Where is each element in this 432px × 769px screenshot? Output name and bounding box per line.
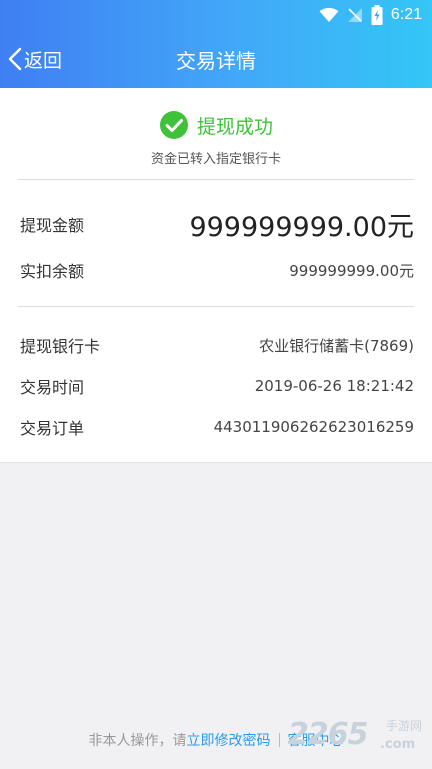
transaction-card: 提现成功 资金已转入指定银行卡 提现金额 999999999.00元 实扣余额 …	[0, 88, 432, 463]
change-password-link[interactable]: 立即修改密码	[187, 730, 271, 750]
detail-value: 443011906262623016259	[213, 418, 414, 436]
deduct-balance-row: 实扣余额 999999999.00元	[20, 258, 414, 282]
watermark-cn: 手游网	[386, 719, 423, 733]
no-signal-icon	[347, 8, 362, 22]
detail-row-order: 交易订单 443011906262623016259	[20, 415, 414, 439]
divider	[18, 179, 414, 180]
deduct-balance-value: 999999999.00元	[289, 261, 414, 280]
battery-charging-icon	[371, 5, 383, 25]
page-title: 交易详情	[176, 49, 256, 73]
status-icons: 6:21	[319, 4, 422, 26]
footer-prefix: 非本人操作，请	[88, 733, 187, 749]
detail-label: 交易订单	[20, 419, 85, 438]
withdraw-amount-label: 提现金额	[20, 216, 85, 235]
check-circle-icon	[159, 111, 188, 139]
watermark-url: .com	[380, 737, 416, 752]
status-time: 6:21	[390, 6, 422, 23]
success-status: 提现成功	[0, 108, 432, 142]
detail-value: 2019-06-26 18:21:42	[254, 377, 414, 395]
withdraw-amount-row: 提现金额 999999999.00元	[20, 204, 414, 244]
detail-value: 农业银行储蓄卡(7869)	[259, 336, 414, 355]
status-bar: 6:21	[0, 0, 432, 30]
deduct-balance-label: 实扣余额	[20, 262, 85, 281]
detail-row-time: 交易时间 2019-06-26 18:21:42	[20, 374, 414, 398]
header: 6:21 返回 交易详情	[0, 0, 432, 88]
withdraw-amount-value: 999999999.00元	[189, 211, 414, 243]
watermark-digits: 2265	[288, 717, 368, 752]
detail-label: 提现银行卡	[20, 337, 101, 356]
detail-label: 交易时间	[20, 378, 85, 397]
watermark-logo: 2265 手游网 .com	[280, 715, 430, 765]
divider	[18, 306, 414, 307]
success-subtitle: 资金已转入指定银行卡	[150, 152, 281, 167]
success-title: 提现成功	[196, 115, 273, 138]
wifi-icon	[319, 7, 339, 22]
nav-bar: 返回 交易详情	[0, 30, 432, 88]
page: 6:21 返回 交易详情 提现成功 资金已转入指定银行卡 提现金额 999999…	[0, 0, 432, 769]
detail-row-bank-card: 提现银行卡 农业银行储蓄卡(7869)	[20, 333, 414, 357]
